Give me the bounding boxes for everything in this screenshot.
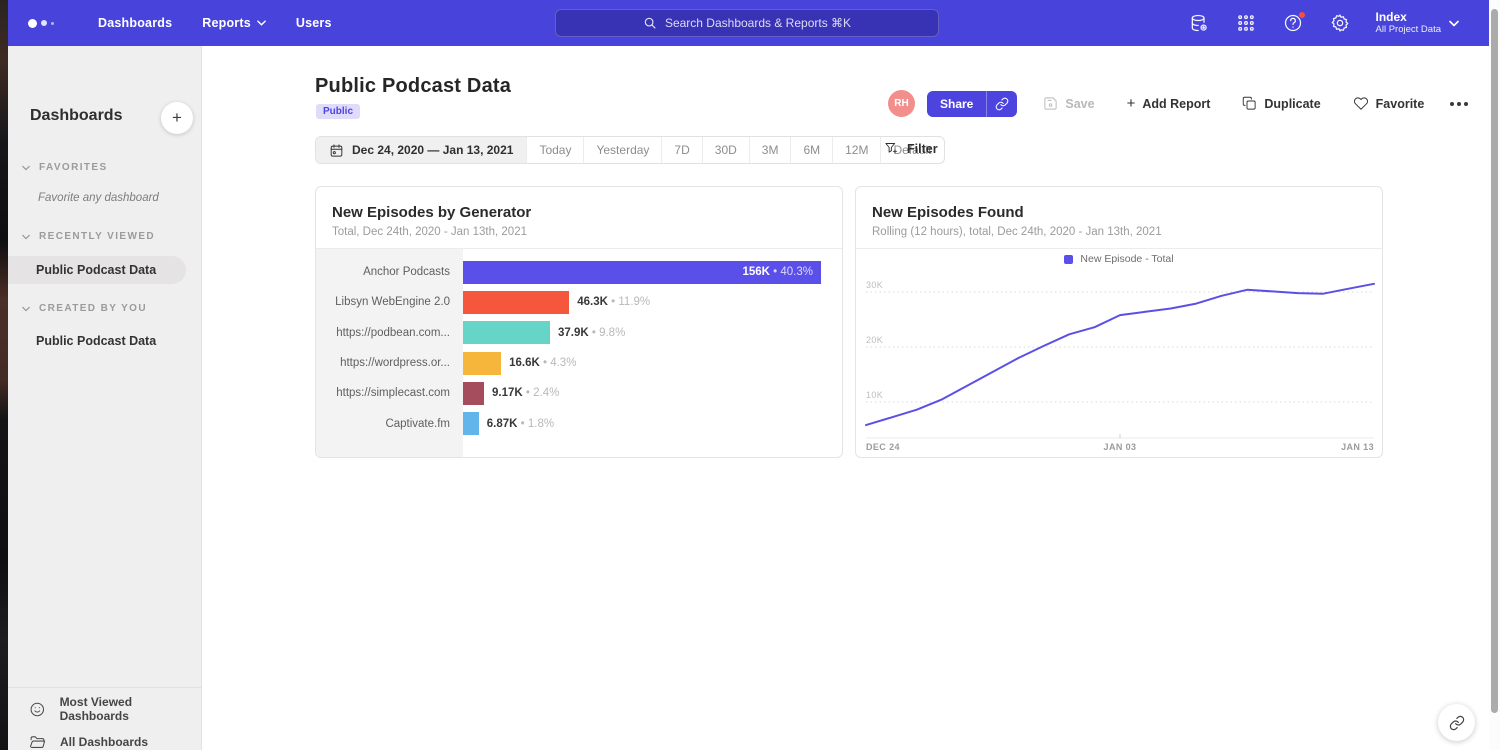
section-recently-viewed[interactable]: RECENTLY VIEWED [8,227,155,245]
settings-gear-icon[interactable] [1329,12,1351,34]
save-icon [1043,96,1058,111]
share-link-icon[interactable] [986,91,1017,117]
notification-badge [1298,11,1306,19]
bar[interactable] [463,352,501,375]
bar-row[interactable]: https://simplecast.com 9.17K • 2.4% [316,378,842,408]
search-input[interactable]: Search Dashboards & Reports ⌘K [555,9,939,37]
legend-swatch [1064,255,1073,264]
card-subtitle: Total, Dec 24th, 2020 - Jan 13th, 2021 [332,226,527,238]
divider [856,248,1382,249]
bar[interactable] [463,321,550,344]
top-navbar: Dashboards Reports Users Search Dashboar… [8,0,1489,46]
legend-label: New Episode - Total [1080,253,1173,265]
plus-icon: + [1127,95,1136,112]
y-tick-20k: 20K [866,335,883,345]
bar-row[interactable]: Captivate.fm 6.87K • 1.8% [316,408,842,438]
calendar-icon [329,143,344,158]
x-tick-jan13: JAN 13 [1341,442,1374,452]
section-created-by-you[interactable]: CREATED BY YOU [8,299,147,317]
share-button[interactable]: Share [927,91,1017,117]
chevron-down-icon [22,158,30,176]
sidebar-item-public-podcast-data-created[interactable]: Public Podcast Data [8,327,156,355]
y-tick-30k: 30K [866,280,883,290]
add-dashboard-button[interactable]: + [161,102,193,134]
most-viewed-dashboards-button[interactable]: Most Viewed Dashboards [8,694,201,724]
card-title: New Episodes by Generator [332,204,531,221]
chevron-down-icon [257,20,266,26]
filter-funnel-icon [884,141,899,156]
heart-icon [1353,96,1369,111]
preset-30d[interactable]: 30D [702,137,749,163]
bar-row[interactable]: Libsyn WebEngine 2.0 46.3K • 11.9% [316,287,842,317]
mixpanel-logo-icon[interactable] [28,19,68,28]
nav-users[interactable]: Users [296,16,332,30]
bar[interactable] [463,382,484,405]
preset-yesterday[interactable]: Yesterday [583,137,661,163]
action-bar: RH Share Save + Add Report Duplicate Fav… [888,90,1468,117]
nav-dashboards[interactable]: Dashboards [98,16,172,30]
search-placeholder: Search Dashboards & Reports ⌘K [665,16,851,30]
x-tick-dec24: DEC 24 [866,442,900,452]
scrollbar-track [1489,0,1500,750]
card-subtitle: Rolling (12 hours), total, Dec 24th, 202… [872,226,1162,238]
background-window-strip [0,0,8,750]
nav-reports[interactable]: Reports [202,16,266,30]
all-dashboards-button[interactable]: All Dashboards [8,727,148,750]
preset-today[interactable]: Today [526,137,583,163]
preset-6m[interactable]: 6M [790,137,832,163]
search-icon [643,16,657,30]
preset-3m[interactable]: 3M [749,137,791,163]
line-chart-plot[interactable]: 30K 20K 10K [866,271,1374,439]
bar-row[interactable]: https://podbean.com... 37.9K • 9.8% [316,318,842,348]
project-subtitle: All Project Data [1376,24,1441,36]
data-management-icon[interactable] [1188,12,1210,34]
folder-icon [29,734,46,750]
avatar[interactable]: RH [888,90,915,117]
add-report-button[interactable]: + Add Report [1127,95,1211,112]
card-new-episodes-by-generator[interactable]: New Episodes by Generator Total, Dec 24t… [315,186,843,458]
chart-legend[interactable]: New Episode - Total [856,253,1382,265]
more-options-button[interactable] [1450,102,1468,106]
bar[interactable]: 156K • 40.3% [463,261,821,284]
x-tick-jan03: JAN 03 [1104,442,1137,452]
copy-link-floating-button[interactable] [1438,704,1475,741]
bar[interactable] [463,412,479,435]
card-new-episodes-found[interactable]: New Episodes Found Rolling (12 hours), t… [855,186,1383,458]
smiley-icon [29,701,46,718]
scrollbar-thumb[interactable] [1491,9,1498,713]
page-title: Public Podcast Data [315,75,511,98]
chevron-down-icon [22,299,30,317]
apps-grid-icon[interactable] [1235,12,1257,34]
help-icon[interactable] [1282,12,1304,34]
preset-12m[interactable]: 12M [832,137,880,163]
card-title: New Episodes Found [872,204,1024,221]
bar[interactable] [463,291,569,314]
duplicate-button[interactable]: Duplicate [1242,96,1320,111]
chevron-down-icon [22,227,30,245]
copy-icon [1242,96,1257,111]
public-badge: Public [316,104,360,119]
favorite-button[interactable]: Favorite [1353,96,1425,111]
sidebar: Dashboards + FAVORITES Favorite any dash… [8,46,202,750]
section-favorites[interactable]: FAVORITES [8,158,108,176]
y-tick-10k: 10K [866,390,883,400]
date-range-control: Dec 24, 2020 — Jan 13, 2021 Today Yester… [315,136,945,164]
bar-chart: Anchor Podcasts 156K • 40.3% Libsyn WebE… [316,249,842,457]
favorites-placeholder: Favorite any dashboard [38,192,159,204]
chevron-down-icon [1449,20,1459,27]
divider [8,687,202,688]
project-selector[interactable]: Index All Project Data [1376,10,1459,36]
sidebar-item-public-podcast-data[interactable]: Public Podcast Data [8,256,186,284]
sidebar-title: Dashboards [30,107,122,125]
date-range-picker[interactable]: Dec 24, 2020 — Jan 13, 2021 [316,137,526,163]
project-name: Index [1376,10,1441,24]
filter-button[interactable]: Filter [884,141,938,156]
bar-row[interactable]: https://wordpress.or... 16.6K • 4.3% [316,348,842,378]
bar-row[interactable]: Anchor Podcasts 156K • 40.3% [316,257,842,287]
preset-7d[interactable]: 7D [661,137,701,163]
save-button[interactable]: Save [1043,96,1094,111]
link-icon [1449,715,1465,731]
